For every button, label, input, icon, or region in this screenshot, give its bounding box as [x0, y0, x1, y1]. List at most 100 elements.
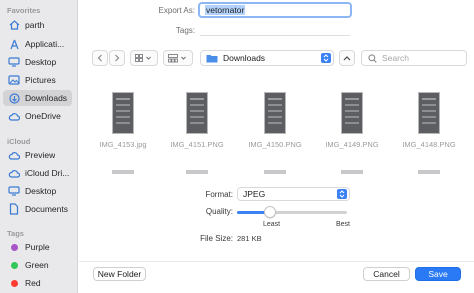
sidebar-item-label: parth	[25, 20, 45, 30]
chevron-right-icon	[115, 54, 120, 62]
file-thumbnail-partial	[264, 170, 286, 174]
location-popup[interactable]: Downloads	[200, 50, 334, 66]
sidebar-item-onedrive[interactable]: OneDrive	[3, 108, 72, 124]
file-size-value: 281 KB	[237, 234, 262, 243]
forward-button[interactable]	[109, 50, 125, 66]
sidebar-item-label: Documents	[25, 204, 68, 214]
sidebar-item-downloads[interactable]: Downloads	[3, 90, 72, 106]
folder-icon	[206, 55, 218, 63]
search-icon	[368, 53, 377, 63]
quality-slider[interactable]	[237, 211, 347, 214]
favorites-header: Favorites	[7, 6, 41, 15]
quality-slider-knob[interactable]	[264, 206, 276, 218]
file-name: IMG_4150.PNG	[248, 140, 302, 149]
quality-min-label: Least	[263, 221, 281, 228]
downloads-icon	[8, 92, 20, 104]
file-thumbnail	[341, 92, 363, 134]
export-as-field[interactable]: vetornator	[198, 2, 352, 18]
file-thumbnail	[186, 92, 208, 134]
desktop-icon	[8, 56, 20, 68]
quality-label: Quality:	[205, 207, 233, 216]
file-thumbnail	[264, 92, 286, 134]
file-thumbnail-partial	[112, 170, 134, 174]
quality-max-label: Best	[336, 221, 351, 228]
group-by-button[interactable]	[163, 50, 193, 66]
sidebar-item-home[interactable]: parth	[3, 17, 72, 33]
pictures-icon	[8, 74, 20, 86]
tags-field[interactable]	[200, 24, 350, 36]
export-as-value: vetornator	[205, 5, 246, 15]
cloud-icon	[8, 110, 20, 122]
sidebar-item-label: OneDrive	[25, 111, 61, 121]
sidebar-item-applications[interactable]: Applicati...	[3, 36, 72, 52]
sidebar-item-desktop[interactable]: Desktop	[3, 54, 72, 70]
sidebar-item-label: Green	[25, 260, 49, 270]
search-placeholder: Search	[382, 53, 409, 63]
file-thumbnail	[418, 92, 440, 134]
export-as-label: Export As:	[158, 6, 195, 15]
file-size-label: File Size:	[200, 234, 233, 243]
format-label: Format:	[205, 190, 233, 199]
desktop-icon	[8, 185, 20, 197]
icloud-header: iCloud	[7, 137, 31, 146]
sidebar-item-pictures[interactable]: Pictures	[3, 72, 72, 88]
new-folder-button[interactable]: New Folder	[93, 267, 146, 281]
tags-header: Tags	[7, 229, 24, 238]
file-name: IMG_4153.jpg	[99, 140, 147, 149]
sidebar-item-preview[interactable]: Preview	[3, 147, 72, 163]
grid-view-icon	[135, 54, 151, 62]
file-item[interactable]: IMG_4149.PNG	[317, 92, 387, 149]
tag-dot-icon	[8, 277, 20, 289]
preview-icon	[8, 149, 20, 161]
sidebar: Favorites parth Applicati... Desktop Pic…	[0, 0, 78, 293]
file-thumbnail-partial	[418, 170, 440, 174]
back-button[interactable]	[92, 50, 108, 66]
file-thumbnail	[112, 92, 134, 134]
format-value: JPEG	[243, 189, 266, 199]
format-select[interactable]: JPEG	[237, 187, 350, 201]
sidebar-item-tag-purple[interactable]: Purple	[3, 239, 72, 255]
expand-collapse-button[interactable]	[339, 50, 355, 66]
document-icon	[8, 203, 20, 215]
save-button[interactable]: Save	[415, 267, 461, 281]
sidebar-item-label: Red	[25, 278, 41, 288]
search-field[interactable]: Search	[361, 50, 467, 66]
sidebar-item-documents[interactable]: Documents	[3, 201, 72, 217]
sidebar-item-tag-red[interactable]: Red	[3, 275, 72, 291]
tag-dot-icon	[8, 241, 20, 253]
file-name: IMG_4149.PNG	[325, 140, 379, 149]
sidebar-item-label: Purple	[25, 242, 50, 252]
view-mode-button[interactable]	[130, 50, 158, 66]
chevron-updown-icon	[321, 53, 331, 63]
file-item[interactable]: IMG_4148.PNG	[394, 92, 464, 149]
sidebar-item-icloud-drive[interactable]: iCloud Dri...	[3, 165, 72, 181]
sidebar-item-label: Applicati...	[25, 39, 65, 49]
sidebar-item-label: Downloads	[25, 93, 68, 103]
tag-dot-icon	[8, 259, 20, 271]
sidebar-item-label: Pictures	[25, 75, 56, 85]
file-item[interactable]: IMG_4150.PNG	[240, 92, 310, 149]
sidebar-item-label: Preview	[25, 150, 56, 160]
group-icon	[168, 53, 186, 62]
applications-icon	[8, 38, 20, 50]
sidebar-item-icloud-desktop[interactable]: Desktop	[3, 183, 72, 199]
sidebar-item-label: Desktop	[25, 186, 57, 196]
file-name: IMG_4151.PNG	[170, 140, 224, 149]
bottom-divider	[79, 261, 474, 262]
file-name: IMG_4148.PNG	[402, 140, 456, 149]
chevron-left-icon	[97, 54, 102, 62]
icloud-icon	[8, 167, 20, 179]
file-item[interactable]: IMG_4153.jpg	[88, 92, 158, 149]
chevron-up-icon	[343, 56, 351, 61]
file-thumbnail-partial	[186, 170, 208, 174]
file-thumbnail-partial	[341, 170, 363, 174]
file-item[interactable]: IMG_4151.PNG	[162, 92, 232, 149]
sidebar-item-label: iCloud Dri...	[25, 168, 70, 178]
chevron-updown-icon	[337, 189, 347, 199]
home-icon	[8, 19, 20, 31]
location-label: Downloads	[223, 53, 266, 63]
cancel-button[interactable]: Cancel	[363, 267, 410, 281]
sidebar-item-label: Desktop	[25, 57, 57, 67]
sidebar-item-tag-green[interactable]: Green	[3, 257, 72, 273]
tags-label: Tags:	[175, 26, 195, 35]
